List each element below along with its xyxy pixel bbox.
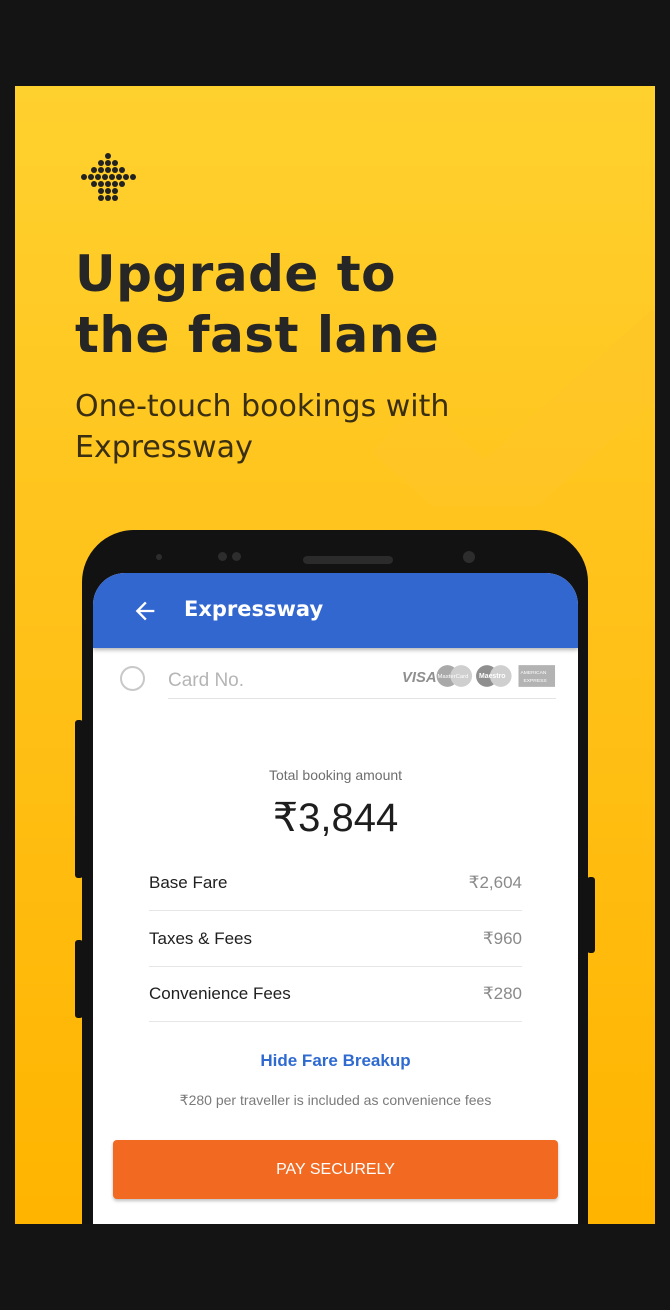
mastercard-logo-icon: MasterCard [438, 674, 469, 680]
visa-logo-icon: VISA [402, 670, 437, 686]
ixigo-dots-arrow-icon [81, 153, 136, 201]
amex-logo-icon: AMERICAN [520, 670, 546, 676]
fare-value: ₹280 [482, 984, 522, 1003]
pay-securely-button[interactable]: PAY SECURELY [113, 1140, 558, 1199]
subheadline-line-1: One-touch bookings with [75, 389, 450, 424]
fare-row-base: Base Fare ₹2,604 [149, 855, 522, 911]
app-bar-title: Expressway [184, 597, 324, 621]
sensor-dot [232, 552, 241, 561]
fare-label: Base Fare [149, 873, 228, 892]
fare-row-taxes: Taxes & Fees ₹960 [149, 911, 522, 967]
power-button [75, 940, 83, 1018]
side-button-right [587, 877, 595, 953]
card-network-logos: VISA MasterCard Maestro AMERICAN EXPRESS [402, 665, 556, 687]
volume-button [75, 720, 83, 878]
convenience-fee-note: ₹280 per traveller is included as conven… [179, 1092, 492, 1108]
headline-line-1: Upgrade to [75, 245, 396, 303]
card-radio-button[interactable] [120, 666, 145, 691]
maestro-logo-icon: Maestro [479, 673, 505, 680]
sensor-dot [218, 552, 227, 561]
app-bar: Expressway [93, 573, 578, 648]
subheadline-line-2: Expressway [75, 430, 253, 465]
total-booking-amount: ₹3,844 [272, 796, 399, 840]
front-camera [463, 551, 475, 563]
fare-value: ₹960 [482, 929, 522, 948]
arrow-left-icon[interactable] [131, 597, 159, 625]
fare-label: Convenience Fees [149, 984, 291, 1003]
fare-row-convenience: Convenience Fees ₹280 [149, 966, 522, 1022]
svg-text:EXPRESS: EXPRESS [523, 678, 547, 684]
total-booking-label: Total booking amount [268, 767, 403, 783]
phone-screen: Expressway VISA MasterCard Maestro AMERI… [93, 573, 578, 1224]
speaker-grille [303, 556, 393, 564]
fare-label: Taxes & Fees [149, 929, 252, 948]
headline: Upgrade to the fast lane [75, 244, 595, 366]
subheadline: One-touch bookings with Expressway [75, 386, 595, 468]
fare-value: ₹2,604 [468, 873, 522, 892]
hide-fare-breakup-link[interactable]: Hide Fare Breakup [93, 1051, 578, 1071]
headline-line-2: the fast lane [75, 306, 440, 364]
sensor-dot [156, 554, 162, 560]
